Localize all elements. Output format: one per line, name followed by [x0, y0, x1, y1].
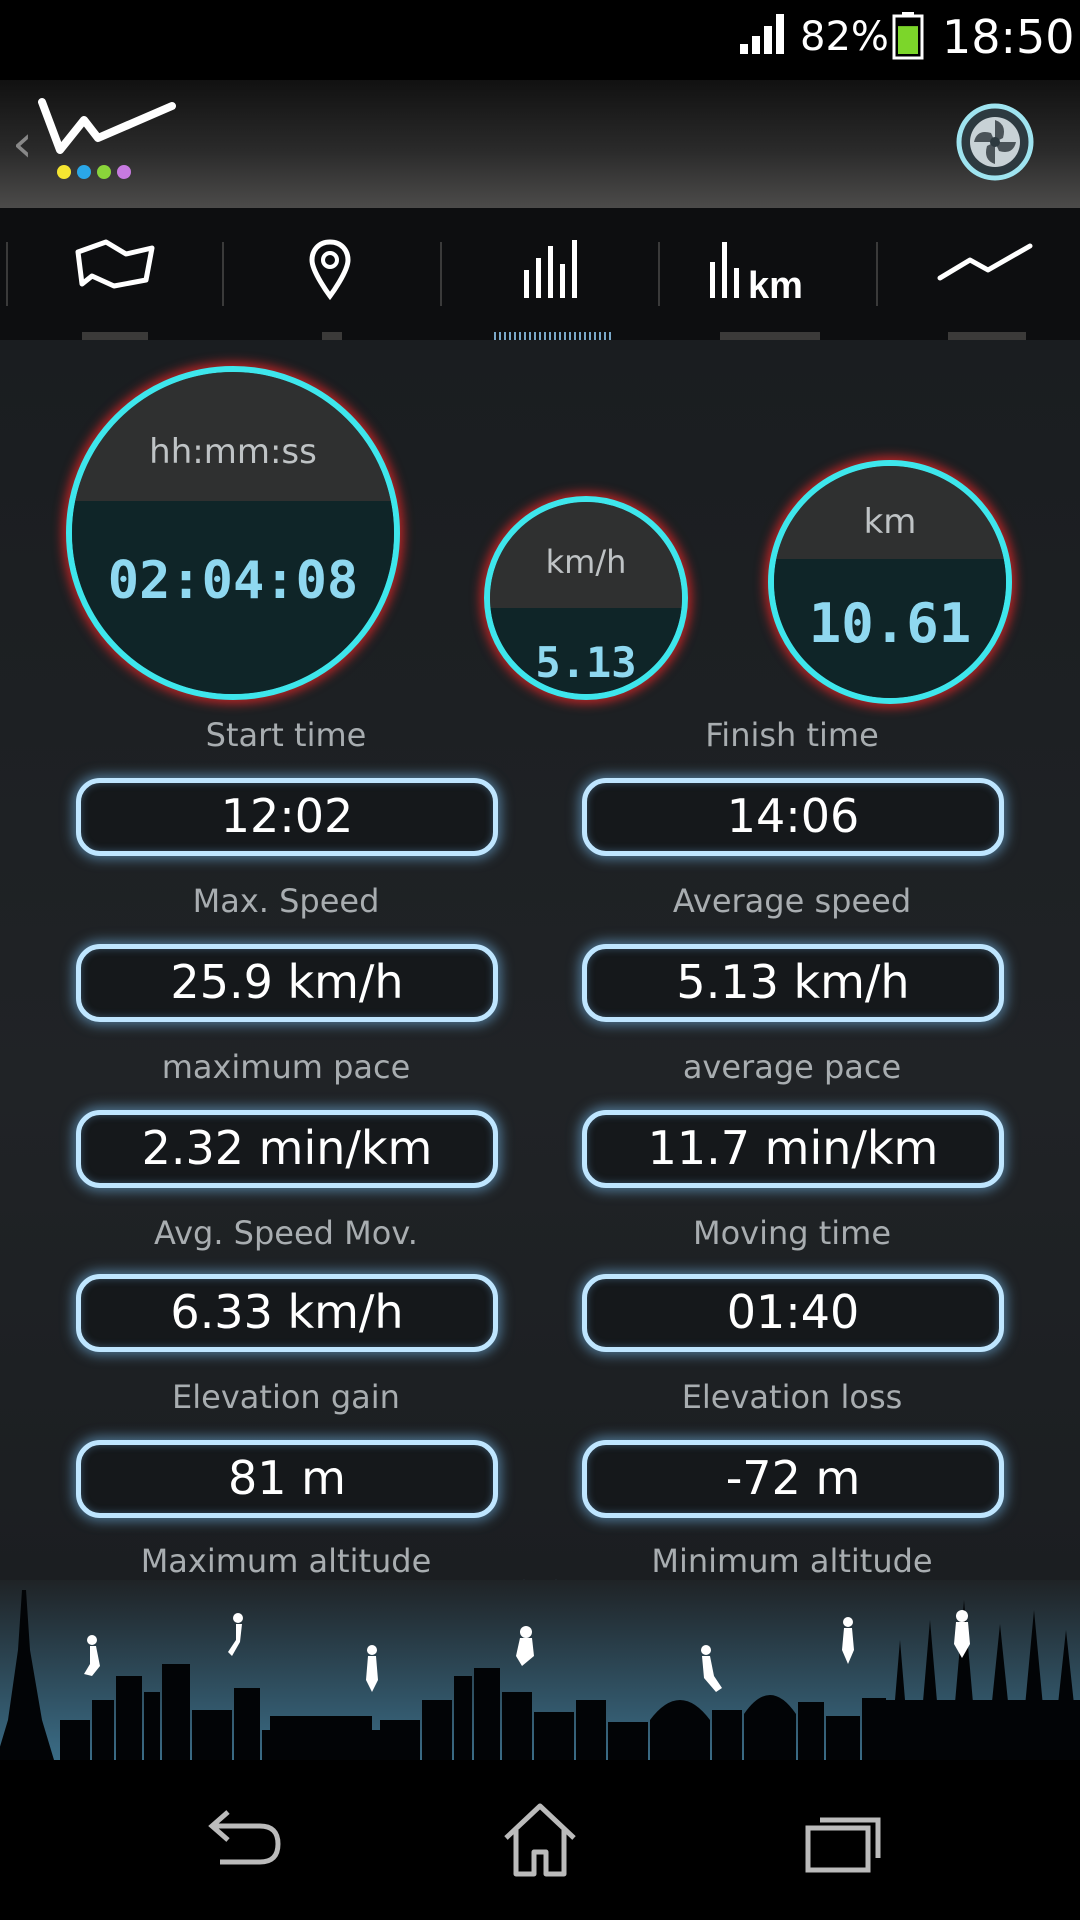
tab-bar: km: [0, 208, 1080, 340]
bar-chart-km-icon: km: [710, 242, 803, 302]
average-speed-label: Average speed: [672, 882, 912, 920]
finish-time-label: Finish time: [705, 716, 879, 754]
tab-location[interactable]: [240, 208, 420, 340]
distance-gauge: km 10.61: [768, 460, 1012, 704]
bar-chart-icon: [524, 240, 577, 298]
speed-value: 5.13: [490, 607, 682, 694]
maximum-pace-value: 2.32 min/km: [76, 1110, 498, 1188]
tab-indicator: [948, 332, 1026, 340]
avg-speed-moving-value: 6.33 km/h: [76, 1274, 498, 1352]
start-time-label: Start time: [205, 716, 367, 754]
duration-gauge: hh:mm:ss 02:04:08: [66, 366, 400, 700]
tab-line-chart[interactable]: [900, 208, 1080, 340]
distance-unit: km: [774, 466, 1006, 559]
moving-time-value: 01:40: [582, 1274, 1004, 1352]
app-logo[interactable]: [36, 92, 186, 192]
back-icon[interactable]: [190, 1800, 290, 1880]
elevation-gain-value: 81 m: [76, 1440, 498, 1518]
tab-separator: [440, 242, 442, 306]
line-chart-icon: [937, 243, 1033, 281]
average-pace-label: average pace: [682, 1048, 902, 1086]
tab-separator: [222, 242, 224, 306]
navigation-bar: [0, 1760, 1080, 1920]
settings-fan-icon[interactable]: [955, 102, 1035, 182]
home-icon[interactable]: [490, 1800, 590, 1880]
tab-separator: [876, 242, 878, 306]
battery-icon: [892, 12, 924, 60]
maximum-altitude-label: Maximum altitude: [140, 1542, 432, 1580]
tab-separator: [658, 242, 660, 306]
elevation-loss-value: -72 m: [582, 1440, 1004, 1518]
km-label: km: [748, 265, 803, 302]
finish-time-value: 14:06: [582, 778, 1004, 856]
speed-unit: km/h: [490, 502, 682, 608]
start-time-value: 12:02: [76, 778, 498, 856]
status-bar: 82% 18:50: [0, 0, 1080, 80]
tab-indicator: [322, 332, 342, 340]
recent-apps-icon[interactable]: [790, 1800, 890, 1880]
avg-speed-moving-label: Avg. Speed Mov.: [154, 1214, 418, 1252]
tab-indicator-active: [494, 332, 612, 340]
tab-bar-chart-km[interactable]: km: [680, 208, 880, 340]
max-speed-value: 25.9 km/h: [76, 944, 498, 1022]
distance-value: 10.61: [774, 558, 1006, 698]
duration-value: 02:04:08: [72, 500, 394, 694]
tab-indicator: [82, 332, 148, 340]
maximum-pace-label: maximum pace: [161, 1048, 411, 1086]
tab-map[interactable]: [30, 208, 200, 340]
map-icon: [75, 239, 155, 289]
tab-separator: [6, 242, 8, 306]
signal-icon: [740, 14, 784, 54]
average-pace-value: 11.7 min/km: [582, 1110, 1004, 1188]
duration-unit: hh:mm:ss: [72, 372, 394, 501]
tab-indicator: [720, 332, 820, 340]
clock: 18:50: [942, 10, 1075, 64]
battery-percent: 82%: [800, 14, 889, 60]
max-speed-label: Max. Speed: [192, 882, 380, 920]
minimum-altitude-label: Minimum altitude: [651, 1542, 933, 1580]
elevation-gain-label: Elevation gain: [172, 1378, 400, 1416]
moving-time-label: Moving time: [692, 1214, 892, 1252]
average-speed-value: 5.13 km/h: [582, 944, 1004, 1022]
location-pin-icon: [309, 239, 351, 301]
city-skyline-illustration: [0, 1580, 1080, 1760]
speed-gauge: km/h 5.13: [484, 496, 688, 700]
back-chevron-icon[interactable]: ‹: [12, 114, 33, 174]
tab-bar-chart[interactable]: [460, 208, 660, 340]
elevation-loss-label: Elevation loss: [681, 1378, 903, 1416]
app-bar: ‹: [0, 80, 1080, 208]
